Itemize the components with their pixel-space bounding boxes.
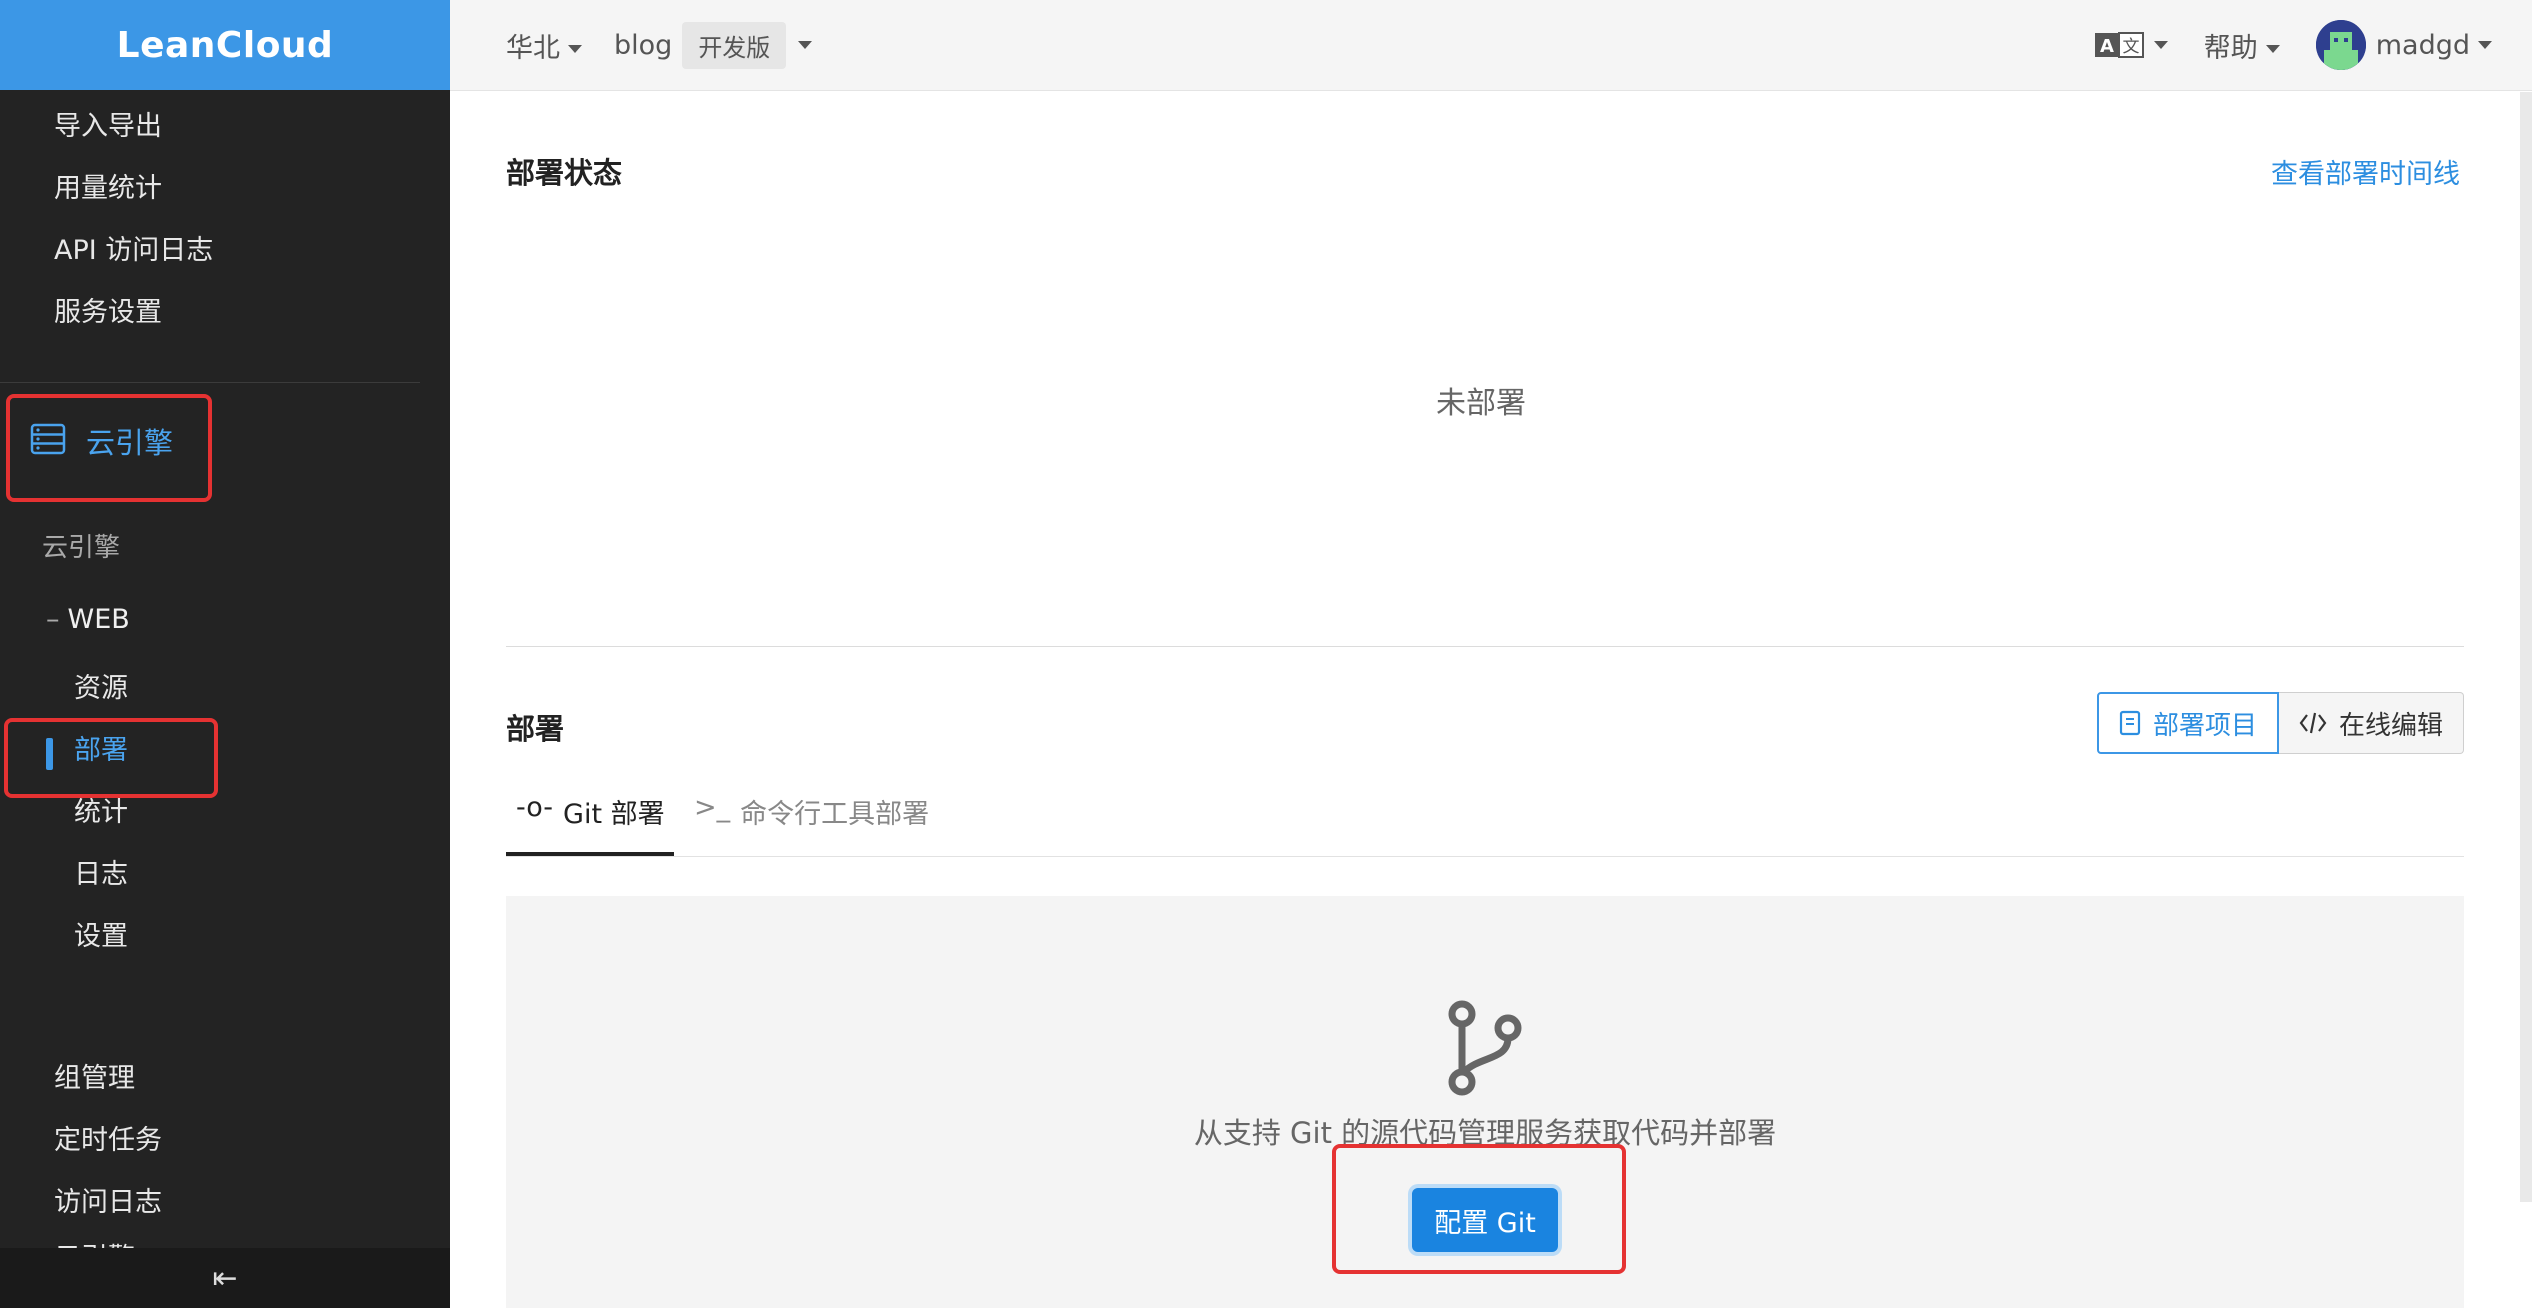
env-badge: 开发版 (682, 21, 787, 69)
chevron-down-icon (2478, 41, 2492, 49)
avatar (2315, 20, 2366, 70)
tab-cli-deploy[interactable]: >_ 命令行工具部署 (694, 786, 929, 856)
svg-text:文: 文 (2122, 37, 2139, 57)
sidebar-item-cloud-engine[interactable]: 云引擎 (54, 1236, 135, 1248)
sidebar-item-logs[interactable]: 日志 (74, 852, 128, 891)
collapse-dash: – (46, 604, 60, 635)
annotation-box-cloud-engine (6, 394, 212, 502)
sidebar-item-import-export[interactable]: 导入导出 (54, 104, 162, 143)
sidebar-item-access-logs[interactable]: 访问日志 (54, 1180, 162, 1219)
region-label: 华北 (506, 32, 560, 64)
terminal-icon: >_ (694, 792, 731, 823)
sidebar-item-usage[interactable]: 用量统计 (54, 166, 162, 205)
logo-bar[interactable]: LeanCloud (0, 0, 450, 90)
book-icon (2119, 710, 2141, 736)
svg-text:A: A (2100, 36, 2114, 57)
help-label: 帮助 (2203, 32, 2258, 64)
deploy-status-title: 部署状态 (506, 156, 623, 190)
sidebar-item-cron[interactable]: 定时任务 (54, 1118, 162, 1157)
chevron-down-icon (2265, 45, 2280, 53)
sidebar-web-toggle[interactable]: – WEB (46, 604, 130, 635)
deploy-project-label: 部署项目 (2152, 710, 2257, 741)
git-branch-icon (1448, 1000, 1522, 1096)
deploy-status-empty: 未部署 (1436, 386, 1526, 421)
region-selector[interactable]: 华北 (506, 26, 582, 65)
tab-git-deploy[interactable]: -o- Git 部署 (506, 786, 674, 856)
app-switch-chevron-icon[interactable] (798, 41, 813, 49)
annotation-box-configure-git (1332, 1144, 1626, 1274)
language-switcher[interactable]: A 文 (2094, 31, 2168, 59)
deploy-timeline-link[interactable]: 查看部署时间线 (2271, 152, 2460, 191)
app-name[interactable]: blog (614, 30, 672, 61)
git-commit-icon: -o- (516, 792, 554, 823)
tab-cli-deploy-label: 命令行工具部署 (740, 799, 930, 830)
online-edit-button[interactable]: 在线编辑 (2278, 692, 2464, 754)
deploy-project-button[interactable]: 部署项目 (2096, 692, 2279, 754)
online-edit-label: 在线编辑 (2338, 710, 2443, 741)
sidebar-item-settings[interactable]: 设置 (74, 914, 128, 953)
sidebar-item-resources[interactable]: 资源 (74, 666, 128, 705)
deploy-tabs: -o- Git 部署 >_ 命令行工具部署 (506, 786, 2464, 857)
sidebar-group-label: 云引擎 (42, 533, 121, 563)
sidebar-item-groups[interactable]: 组管理 (54, 1056, 135, 1095)
main-scrollbar[interactable] (2520, 92, 2532, 1202)
sidebar-menu: 导入导出 用量统计 API 访问日志 服务设置 云引擎 云引擎 –WEB 资源 (0, 90, 420, 1248)
code-icon (2299, 712, 2327, 734)
user-menu[interactable]: madgd (2315, 20, 2492, 70)
web-label: WEB (67, 604, 130, 635)
collapse-sidebar-icon[interactable]: ⇤ (212, 1261, 237, 1296)
leancloud-logo[interactable]: LeanCloud (117, 25, 334, 66)
sidebar-footer: ⇤ (0, 1248, 450, 1308)
sidebar-divider (0, 382, 420, 383)
deploy-button-group: 部署项目 在线编辑 (2096, 692, 2464, 754)
deploy-section-title: 部署 (506, 712, 565, 746)
sidebar-item-service-settings[interactable]: 服务设置 (54, 290, 162, 329)
translate-icon: A 文 (2094, 32, 2144, 58)
chevron-down-icon (568, 45, 582, 53)
chevron-down-icon (2153, 41, 2168, 49)
sidebar: LeanCloud 导入导出 用量统计 API 访问日志 服务设置 云引擎 云引… (0, 0, 450, 1308)
tab-git-deploy-label: Git 部署 (563, 799, 665, 830)
section-divider (506, 646, 2464, 647)
username: madgd (2375, 29, 2470, 61)
help-menu[interactable]: 帮助 (2204, 26, 2280, 65)
annotation-box-deploy (4, 718, 218, 798)
sidebar-item-api-logs[interactable]: API 访问日志 (54, 228, 213, 267)
top-bar: 华北 blog 开发版 A 文 帮助 madgd (450, 0, 2532, 91)
